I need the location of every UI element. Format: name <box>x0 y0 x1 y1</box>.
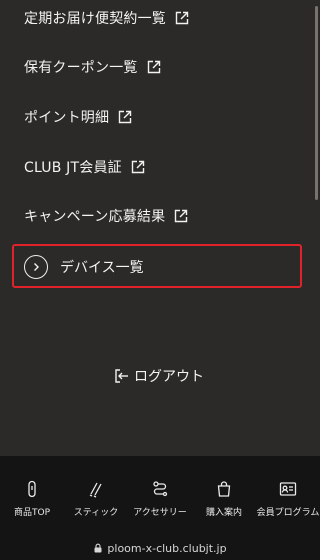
external-link-icon <box>173 208 189 224</box>
menu-item-points[interactable]: ポイント明細 <box>24 105 133 129</box>
menu-item-device-list[interactable]: デバイス一覧 <box>24 253 144 281</box>
menu-item-label: ポイント明細 <box>24 110 110 126</box>
tab-label: 商品TOP <box>13 508 50 518</box>
external-link-icon <box>130 159 146 175</box>
external-link-icon <box>146 59 162 75</box>
tab-sticks[interactable]: スティック <box>64 456 128 536</box>
tab-accessories[interactable]: アクセサリー <box>128 456 192 536</box>
menu-item-label: デバイス一覧 <box>60 260 144 276</box>
device-icon <box>28 480 36 498</box>
menu-item-member-card[interactable]: CLUB JT会員証 <box>24 155 146 179</box>
tab-label: アクセサリー <box>133 508 187 518</box>
logout-label: ログアウト <box>134 369 204 385</box>
scrollbar[interactable] <box>315 6 318 200</box>
tab-label: 会員プログラム <box>256 508 320 518</box>
tab-purchase-guide[interactable]: 購入案内 <box>192 456 256 536</box>
logout-button[interactable]: ログアウト <box>112 365 204 387</box>
menu-item-label: 定期お届け便契約一覧 <box>24 11 166 27</box>
menu-item-label: 保有クーポン一覧 <box>24 60 138 76</box>
tab-label: スティック <box>73 508 119 518</box>
accessory-icon <box>153 481 168 497</box>
tab-products-top[interactable]: 商品TOP <box>0 456 64 536</box>
menu-item-label: キャンペーン応募結果 <box>24 209 166 225</box>
member-card-icon <box>279 482 297 496</box>
lock-icon <box>94 543 102 553</box>
menu-item-coupons[interactable]: 保有クーポン一覧 <box>24 55 162 79</box>
bottom-tab-bar: 商品TOP スティック アクセサリー 購入案内 会員プログラム <box>0 456 320 536</box>
menu-item-label: CLUB JT会員証 <box>24 160 122 176</box>
tab-label: 購入案内 <box>205 508 242 518</box>
menu-item-subscription-list[interactable]: 定期お届け便契約一覧 <box>24 6 190 30</box>
browser-url-bar[interactable]: ploom-x-club.clubjt.jp <box>0 536 320 560</box>
circle-chevron-right-icon <box>24 255 48 279</box>
external-link-icon <box>174 10 190 26</box>
shopping-bag-icon <box>217 481 231 497</box>
url-text: ploom-x-club.clubjt.jp <box>107 541 227 555</box>
sticks-icon <box>89 482 102 498</box>
tab-member-program[interactable]: 会員プログラム <box>256 456 320 536</box>
menu-item-campaign-results[interactable]: キャンペーン応募結果 <box>24 204 189 228</box>
logout-icon <box>115 369 128 383</box>
external-link-icon <box>117 109 133 125</box>
